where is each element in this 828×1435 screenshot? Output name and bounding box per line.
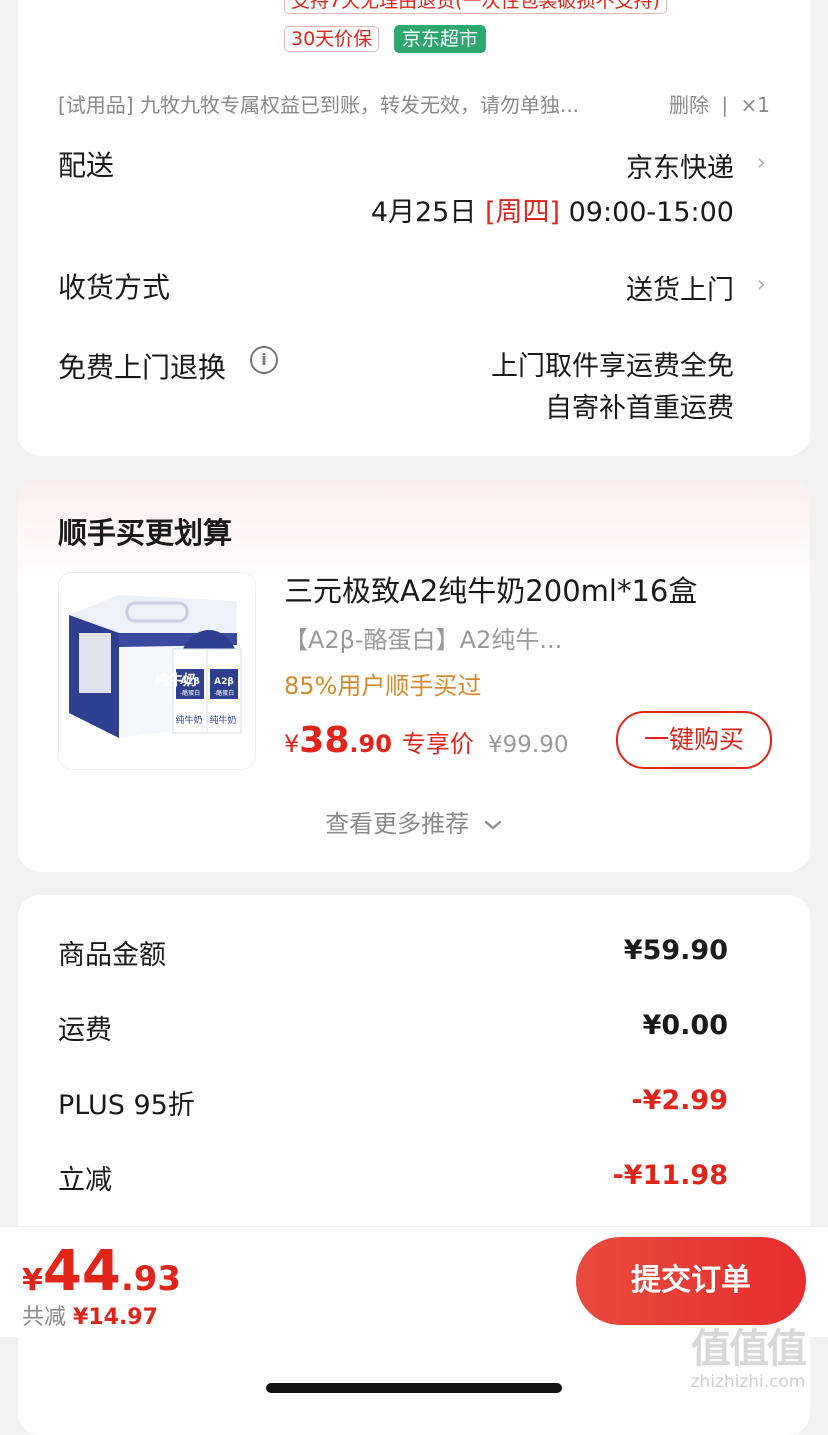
plus-discount-value: -¥2.99 xyxy=(631,1085,728,1116)
free-return-label: 免费上门退换 xyxy=(58,351,227,384)
trial-item-actions: 删除 | ×1 xyxy=(669,89,770,118)
image-carton-text-2: 纯牛奶 xyxy=(209,714,236,726)
checkout-bar: ¥44.93 共减 ¥14.97 提交订单 xyxy=(0,1226,828,1337)
delivery-time-range: 09:00-15:00 xyxy=(568,197,734,228)
order-info-card: 支持7天无理由退货(一次性包装破损不支持) 30天价保 京东超市 [试用品] 九… xyxy=(18,0,810,456)
recommend-title: 顺手买更划算 xyxy=(58,516,233,550)
instant-discount-label: 立减 xyxy=(58,1165,112,1196)
product-image[interactable]: A2β A2β -酪蛋白 -酪蛋白 纯牛奶 纯牛奶 纯牛奶 xyxy=(58,572,256,770)
total-decimal: .93 xyxy=(120,1259,182,1299)
image-a2-text-2: A2β xyxy=(214,677,234,687)
recommend-card: 顺手买更划算 A2β A2β -酪蛋白 -酪蛋白 纯牛奶 纯牛奶 纯牛奶 三元极… xyxy=(18,480,810,872)
chevron-down-icon xyxy=(484,820,501,830)
separator: | xyxy=(721,93,729,117)
product-name[interactable]: 三元极致A2纯牛奶200ml*16盒 xyxy=(284,568,697,610)
product-price: ¥38.90 专享价 xyxy=(284,720,474,761)
store-tag: 京东超市 xyxy=(394,25,487,53)
watermark-url: zhizhizhi.com xyxy=(690,1372,806,1392)
quantity: ×1 xyxy=(740,93,770,117)
return-policy-tag: 支持7天无理由退货(一次性包装破损不支持) xyxy=(284,0,667,14)
total-integer: 44 xyxy=(42,1239,121,1304)
original-price: ¥99.90 xyxy=(488,732,569,758)
free-return-line1: 上门取件享运费全免 xyxy=(491,351,734,382)
price-currency: ¥ xyxy=(284,730,300,758)
price-protect-tag: 30天价保 xyxy=(284,26,380,52)
total-price: ¥44.93 xyxy=(22,1239,181,1304)
delivery-method[interactable]: 京东快递 xyxy=(626,146,734,185)
price-decimal: .90 xyxy=(349,730,392,758)
product-subtitle: 【A2β-酪蛋白】A2纯牛... xyxy=(284,626,563,654)
site-watermark: 值值值 zhizhizhi.com xyxy=(672,1326,824,1406)
chevron-right-icon[interactable]: › xyxy=(756,270,766,298)
shipping-fee-label: 运费 xyxy=(58,1015,112,1046)
free-return-line2: 自寄补首重运费 xyxy=(545,393,734,424)
more-recommend-link[interactable]: 查看更多推荐 xyxy=(18,804,810,839)
delivery-label: 配送 xyxy=(58,149,115,182)
goods-amount-label: 商品金额 xyxy=(58,940,166,971)
delivery-time[interactable]: 4月25日 [周四] 09:00-15:00 xyxy=(371,190,734,229)
submit-order-button[interactable]: 提交订单 xyxy=(576,1237,806,1325)
delete-link[interactable]: 删除 xyxy=(669,93,709,117)
goods-amount-value: ¥59.90 xyxy=(623,935,728,966)
milk-box-illustration: A2β A2β -酪蛋白 -酪蛋白 纯牛奶 纯牛奶 纯牛奶 xyxy=(69,595,242,738)
home-indicator[interactable] xyxy=(266,1383,562,1393)
saved-value: ¥14.97 xyxy=(73,1305,158,1330)
social-proof: 85%用户顺手买过 xyxy=(284,672,482,700)
info-icon[interactable]: i xyxy=(250,346,278,374)
receive-method-label: 收货方式 xyxy=(58,271,171,304)
saved-label: 共减 xyxy=(22,1305,67,1330)
more-recommend-label: 查看更多推荐 xyxy=(325,810,470,838)
image-carton-text-1: 纯牛奶 xyxy=(175,714,202,726)
price-label: 专享价 xyxy=(401,730,474,758)
delivery-date: 4月25日 xyxy=(370,197,477,228)
receive-method-value[interactable]: 送货上门 xyxy=(626,268,734,307)
watermark-logo: 值值值 xyxy=(691,1326,807,1372)
image-a2sub-text-2: -酪蛋白 xyxy=(214,689,234,697)
chevron-right-icon[interactable]: › xyxy=(756,148,766,176)
image-a2sub-text-1: -酪蛋白 xyxy=(180,689,200,697)
instant-discount-value: -¥11.98 xyxy=(612,1160,728,1191)
total-saved: 共减 ¥14.97 xyxy=(22,1299,158,1331)
price-integer: 38 xyxy=(299,720,350,761)
plus-discount-label: PLUS 95折 xyxy=(58,1090,195,1121)
image-main-text: 纯牛奶 xyxy=(155,672,197,689)
total-currency: ¥ xyxy=(22,1263,43,1298)
delivery-weekday: [周四] xyxy=(484,197,561,228)
one-click-buy-button[interactable]: 一键购买 xyxy=(616,711,772,769)
trial-item-text: [试用品] 九牧九牧专属权益已到账，转发无效，请勿单独... xyxy=(58,93,580,117)
shipping-fee-value: ¥0.00 xyxy=(642,1010,728,1041)
